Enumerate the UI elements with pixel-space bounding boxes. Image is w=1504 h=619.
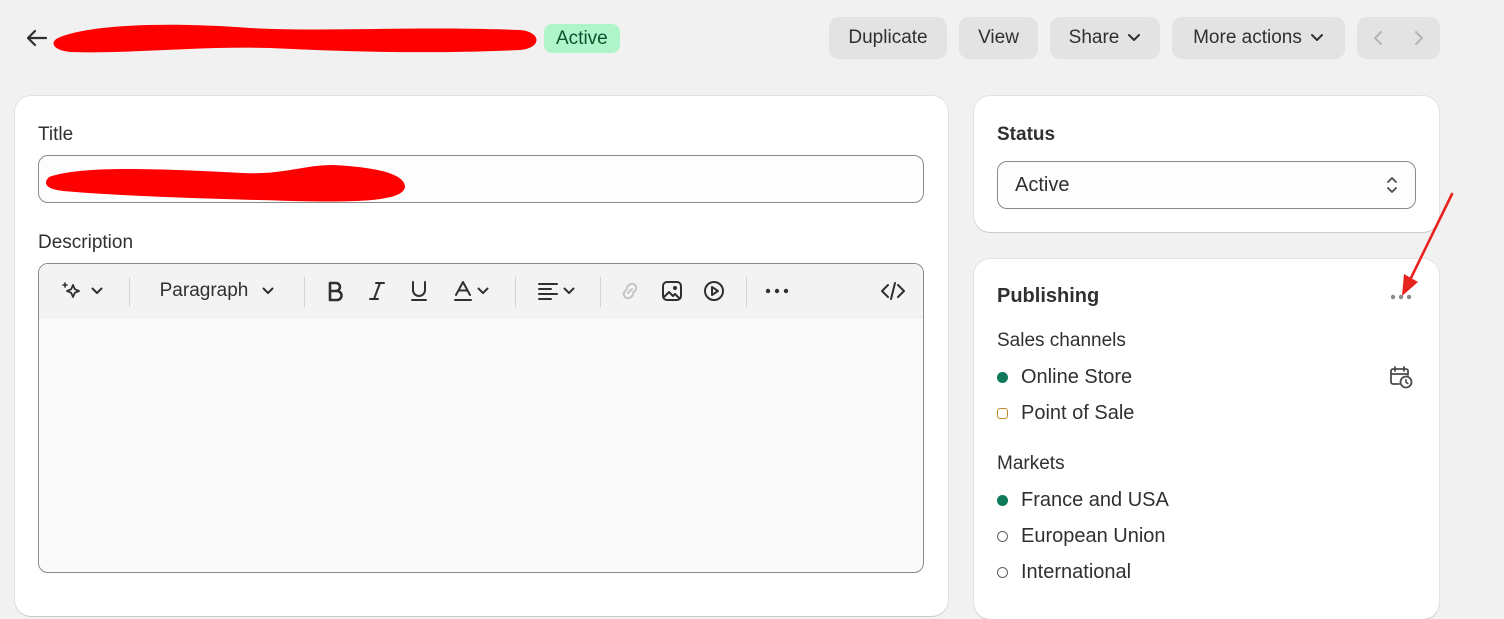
previous-product-button[interactable] xyxy=(1357,17,1399,59)
status-select-value: Active xyxy=(1015,174,1070,196)
image-icon xyxy=(662,281,682,301)
bold-button[interactable] xyxy=(321,264,349,318)
unpublished-status-dot xyxy=(997,408,1008,419)
annotation-arrow xyxy=(1402,192,1454,296)
underline-icon xyxy=(411,281,427,301)
editor-toolbar: Paragraph xyxy=(39,264,923,318)
underline-button[interactable] xyxy=(405,264,433,318)
market-label: European Union xyxy=(1021,525,1166,547)
schedule-publishing-button[interactable] xyxy=(1388,364,1414,390)
calendar-clock-icon xyxy=(1390,366,1413,389)
code-icon xyxy=(881,282,905,300)
more-actions-button[interactable]: More actions xyxy=(1172,17,1345,59)
chevron-down-icon xyxy=(563,287,575,294)
insert-link-button[interactable] xyxy=(616,264,644,318)
back-button[interactable] xyxy=(20,24,52,52)
duplicate-button-label: Duplicate xyxy=(848,27,928,48)
chevron-down-icon xyxy=(477,287,489,294)
market-label: International xyxy=(1021,561,1132,583)
play-circle-icon xyxy=(704,281,724,301)
status-select[interactable]: Active xyxy=(997,161,1416,209)
sales-channels-heading: Sales channels xyxy=(997,330,1126,351)
toolbar-divider xyxy=(515,277,516,307)
toolbar-divider xyxy=(129,277,130,307)
bold-icon xyxy=(328,281,343,302)
description-editor[interactable]: Paragraph xyxy=(38,263,924,573)
paragraph-format-label: Paragraph xyxy=(159,280,249,301)
market-item: France and USA xyxy=(997,489,1169,512)
chevron-left-icon xyxy=(1373,31,1382,45)
chevron-down-icon xyxy=(1128,34,1141,41)
share-button[interactable]: Share xyxy=(1050,17,1160,59)
chevron-down-icon xyxy=(91,287,103,294)
sales-channel-item: Point of Sale xyxy=(997,402,1134,425)
paragraph-format-select[interactable]: Paragraph xyxy=(142,264,292,318)
italic-button[interactable] xyxy=(363,264,391,318)
title-label: Title xyxy=(38,124,74,145)
description-label: Description xyxy=(38,232,134,253)
link-icon xyxy=(622,282,638,300)
published-status-dot xyxy=(997,495,1008,506)
product-navigation xyxy=(1357,17,1440,59)
publishing-card: Publishing Sales channels Online Store P… xyxy=(974,259,1439,619)
status-badge: Active xyxy=(544,24,620,53)
sales-channel-item: Online Store xyxy=(997,366,1132,389)
unpublished-status-dot xyxy=(997,567,1008,578)
toolbar-divider xyxy=(304,277,305,307)
more-formatting-button[interactable] xyxy=(761,264,793,318)
arrow-left-icon xyxy=(26,29,48,47)
unpublished-status-dot xyxy=(997,531,1008,542)
more-horizontal-icon xyxy=(765,288,789,294)
markets-heading: Markets xyxy=(997,453,1065,474)
sparkle-icon xyxy=(62,282,80,298)
market-item: European Union xyxy=(997,525,1166,548)
toolbar-divider xyxy=(746,277,747,307)
publishing-heading: Publishing xyxy=(997,285,1100,307)
status-heading: Status xyxy=(997,124,1056,145)
title-input[interactable] xyxy=(38,155,924,203)
market-item: International xyxy=(997,561,1131,584)
sales-channel-label: Online Store xyxy=(1021,366,1133,388)
status-card: Status Active xyxy=(974,96,1439,232)
redacted-title-value xyxy=(45,165,406,202)
chevron-right-icon xyxy=(1415,31,1424,45)
show-html-button[interactable] xyxy=(877,264,909,318)
chevron-down-icon xyxy=(1310,34,1323,41)
toolbar-divider xyxy=(600,277,601,307)
insert-video-button[interactable] xyxy=(700,264,728,318)
duplicate-button[interactable]: Duplicate xyxy=(829,17,947,59)
next-product-button[interactable] xyxy=(1399,17,1441,59)
align-button[interactable] xyxy=(531,264,581,318)
published-status-dot xyxy=(997,372,1008,383)
ai-generate-button[interactable] xyxy=(53,264,111,318)
text-color-button[interactable] xyxy=(447,264,495,318)
insert-image-button[interactable] xyxy=(658,264,686,318)
redacted-product-name xyxy=(53,24,537,53)
more-actions-label: More actions xyxy=(1193,27,1302,48)
italic-icon xyxy=(369,282,385,300)
product-details-card: Title Description Paragraph xyxy=(15,96,948,616)
view-button[interactable]: View xyxy=(959,17,1038,59)
text-color-icon xyxy=(454,281,472,301)
share-button-label: Share xyxy=(1068,27,1120,48)
align-left-icon xyxy=(538,283,558,300)
view-button-label: View xyxy=(978,27,1019,48)
chevron-down-icon xyxy=(262,287,274,294)
market-label: France and USA xyxy=(1021,489,1169,511)
sales-channel-label: Point of Sale xyxy=(1021,402,1135,424)
